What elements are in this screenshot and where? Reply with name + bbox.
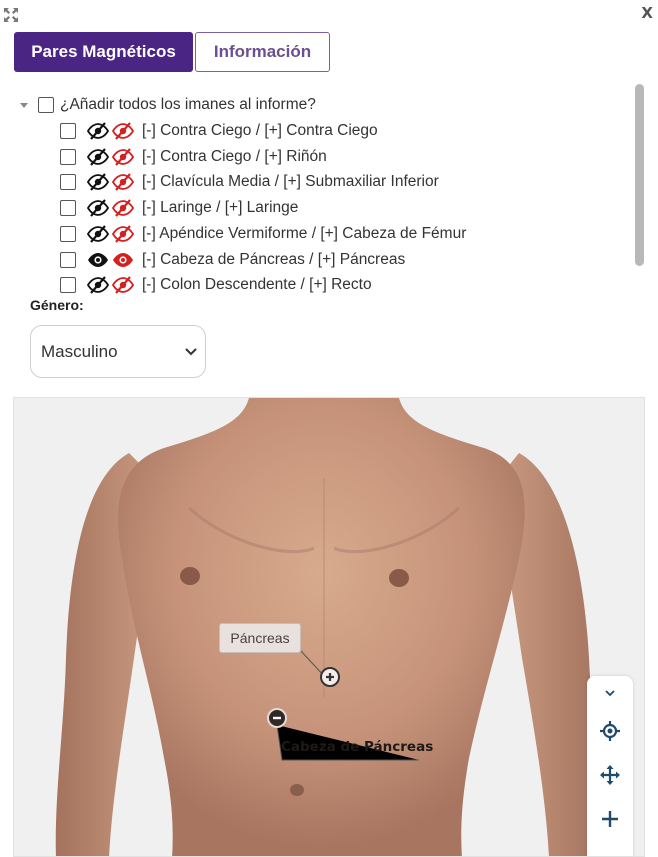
zoom-in-plus-icon xyxy=(602,811,618,827)
eye-black-icon[interactable] xyxy=(86,224,110,244)
include-in-report-checkbox[interactable] xyxy=(60,148,76,165)
body-viewer[interactable]: Páncreas Cabeza de Páncreas xyxy=(13,397,645,857)
magnet-pair-label: [-] Contra Ciego / [+] Riñón xyxy=(142,147,327,165)
magnet-pair-row: [-] Clavícula Media / [+] Submaxiliar In… xyxy=(60,171,439,193)
magnet-pair-row: [-] Apéndice Vermiforme / [+] Cabeza de … xyxy=(60,223,466,245)
close-button[interactable]: X xyxy=(641,4,653,22)
include-in-report-checkbox[interactable] xyxy=(60,123,76,139)
magnet-pair-label: [-] Clavícula Media / [+] Submaxiliar In… xyxy=(142,173,439,191)
eye-black-icon[interactable] xyxy=(86,121,110,141)
pancreas-head-magnet-label[interactable]: Cabeza de Páncreas xyxy=(281,739,433,755)
locate-button[interactable] xyxy=(587,714,633,748)
gender-selected-value: Masculino xyxy=(41,341,118,361)
tab-information[interactable]: Información xyxy=(195,32,330,72)
expand-arrows-icon[interactable] xyxy=(2,6,20,24)
chevron-down-icon xyxy=(185,348,197,356)
scrollbar-thumb[interactable] xyxy=(635,84,644,266)
include-in-report-checkbox[interactable] xyxy=(60,200,76,217)
negative-magnet-icon[interactable] xyxy=(267,708,287,728)
magnet-pair-label: [-] Contra Ciego / [+] Contra Ciego xyxy=(142,122,378,139)
locate-target-icon xyxy=(600,721,620,741)
male-torso-image xyxy=(55,398,603,856)
include-in-report-checkbox[interactable] xyxy=(60,277,76,294)
magnet-pair-row: [-] Cabeza de Páncreas / [+] Páncreas xyxy=(60,249,405,271)
magnet-pair-label: [-] Cabeza de Páncreas / [+] Páncreas xyxy=(142,250,406,268)
zoom-in-button[interactable] xyxy=(587,802,633,836)
eye-red-icon[interactable] xyxy=(111,121,135,141)
eye-red-icon[interactable] xyxy=(111,198,135,218)
add-all-label: ¿Añadir todos los imanes al informe? xyxy=(60,96,316,113)
eye-red-icon[interactable] xyxy=(111,224,135,244)
tree-root: ¿Añadir todos los imanes al informe? xyxy=(20,94,316,116)
collapse-controls-button[interactable] xyxy=(587,676,633,710)
eye-black-icon[interactable] xyxy=(86,172,110,192)
positive-magnet-icon[interactable] xyxy=(320,667,340,687)
magnet-pair-row: [-] Laringe / [+] Laringe xyxy=(60,197,298,219)
pancreas-magnet-label[interactable]: Páncreas xyxy=(219,623,301,653)
add-all-checkbox[interactable] xyxy=(38,97,54,113)
pan-button[interactable] xyxy=(587,758,633,792)
magnet-pair-row: [-] Contra Ciego / [+] Contra Ciego xyxy=(60,120,378,142)
include-in-report-checkbox[interactable] xyxy=(60,251,76,268)
viewer-controls xyxy=(587,676,633,856)
include-in-report-checkbox[interactable] xyxy=(60,225,76,242)
gender-label: Género: xyxy=(30,297,84,313)
eye-black-icon[interactable] xyxy=(86,198,110,218)
gender-select[interactable]: Masculino xyxy=(30,325,206,378)
chevron-down-icon xyxy=(605,690,615,697)
eye-red-icon[interactable] xyxy=(111,275,135,294)
magnet-pair-tree: ¿Añadir todos los imanes al informe? [-]… xyxy=(0,90,630,294)
tree-scrollbar[interactable] xyxy=(633,82,647,296)
move-arrows-icon xyxy=(600,765,620,785)
include-in-report-checkbox[interactable] xyxy=(60,174,76,191)
collapse-caret-icon[interactable] xyxy=(20,102,28,108)
magnet-pair-row: [-] Contra Ciego / [+] Riñón xyxy=(60,146,327,168)
magnet-pair-label: [-] Apéndice Vermiforme / [+] Cabeza de … xyxy=(142,224,467,242)
eye-red-icon[interactable] xyxy=(111,147,135,167)
eye-black-icon[interactable] xyxy=(86,275,110,294)
magnet-pair-label: [-] Laringe / [+] Laringe xyxy=(142,199,299,217)
eye-red-icon[interactable] xyxy=(111,250,135,270)
tab-magnetic-pairs[interactable]: Pares Magnéticos xyxy=(14,32,193,72)
magnet-pair-label: [-] Colon Descendente / [+] Recto xyxy=(142,276,372,294)
eye-red-icon[interactable] xyxy=(111,172,135,192)
eye-black-icon[interactable] xyxy=(86,250,110,270)
magnet-pair-row: [-] Colon Descendente / [+] Recto xyxy=(60,274,372,294)
eye-black-icon[interactable] xyxy=(86,147,110,167)
